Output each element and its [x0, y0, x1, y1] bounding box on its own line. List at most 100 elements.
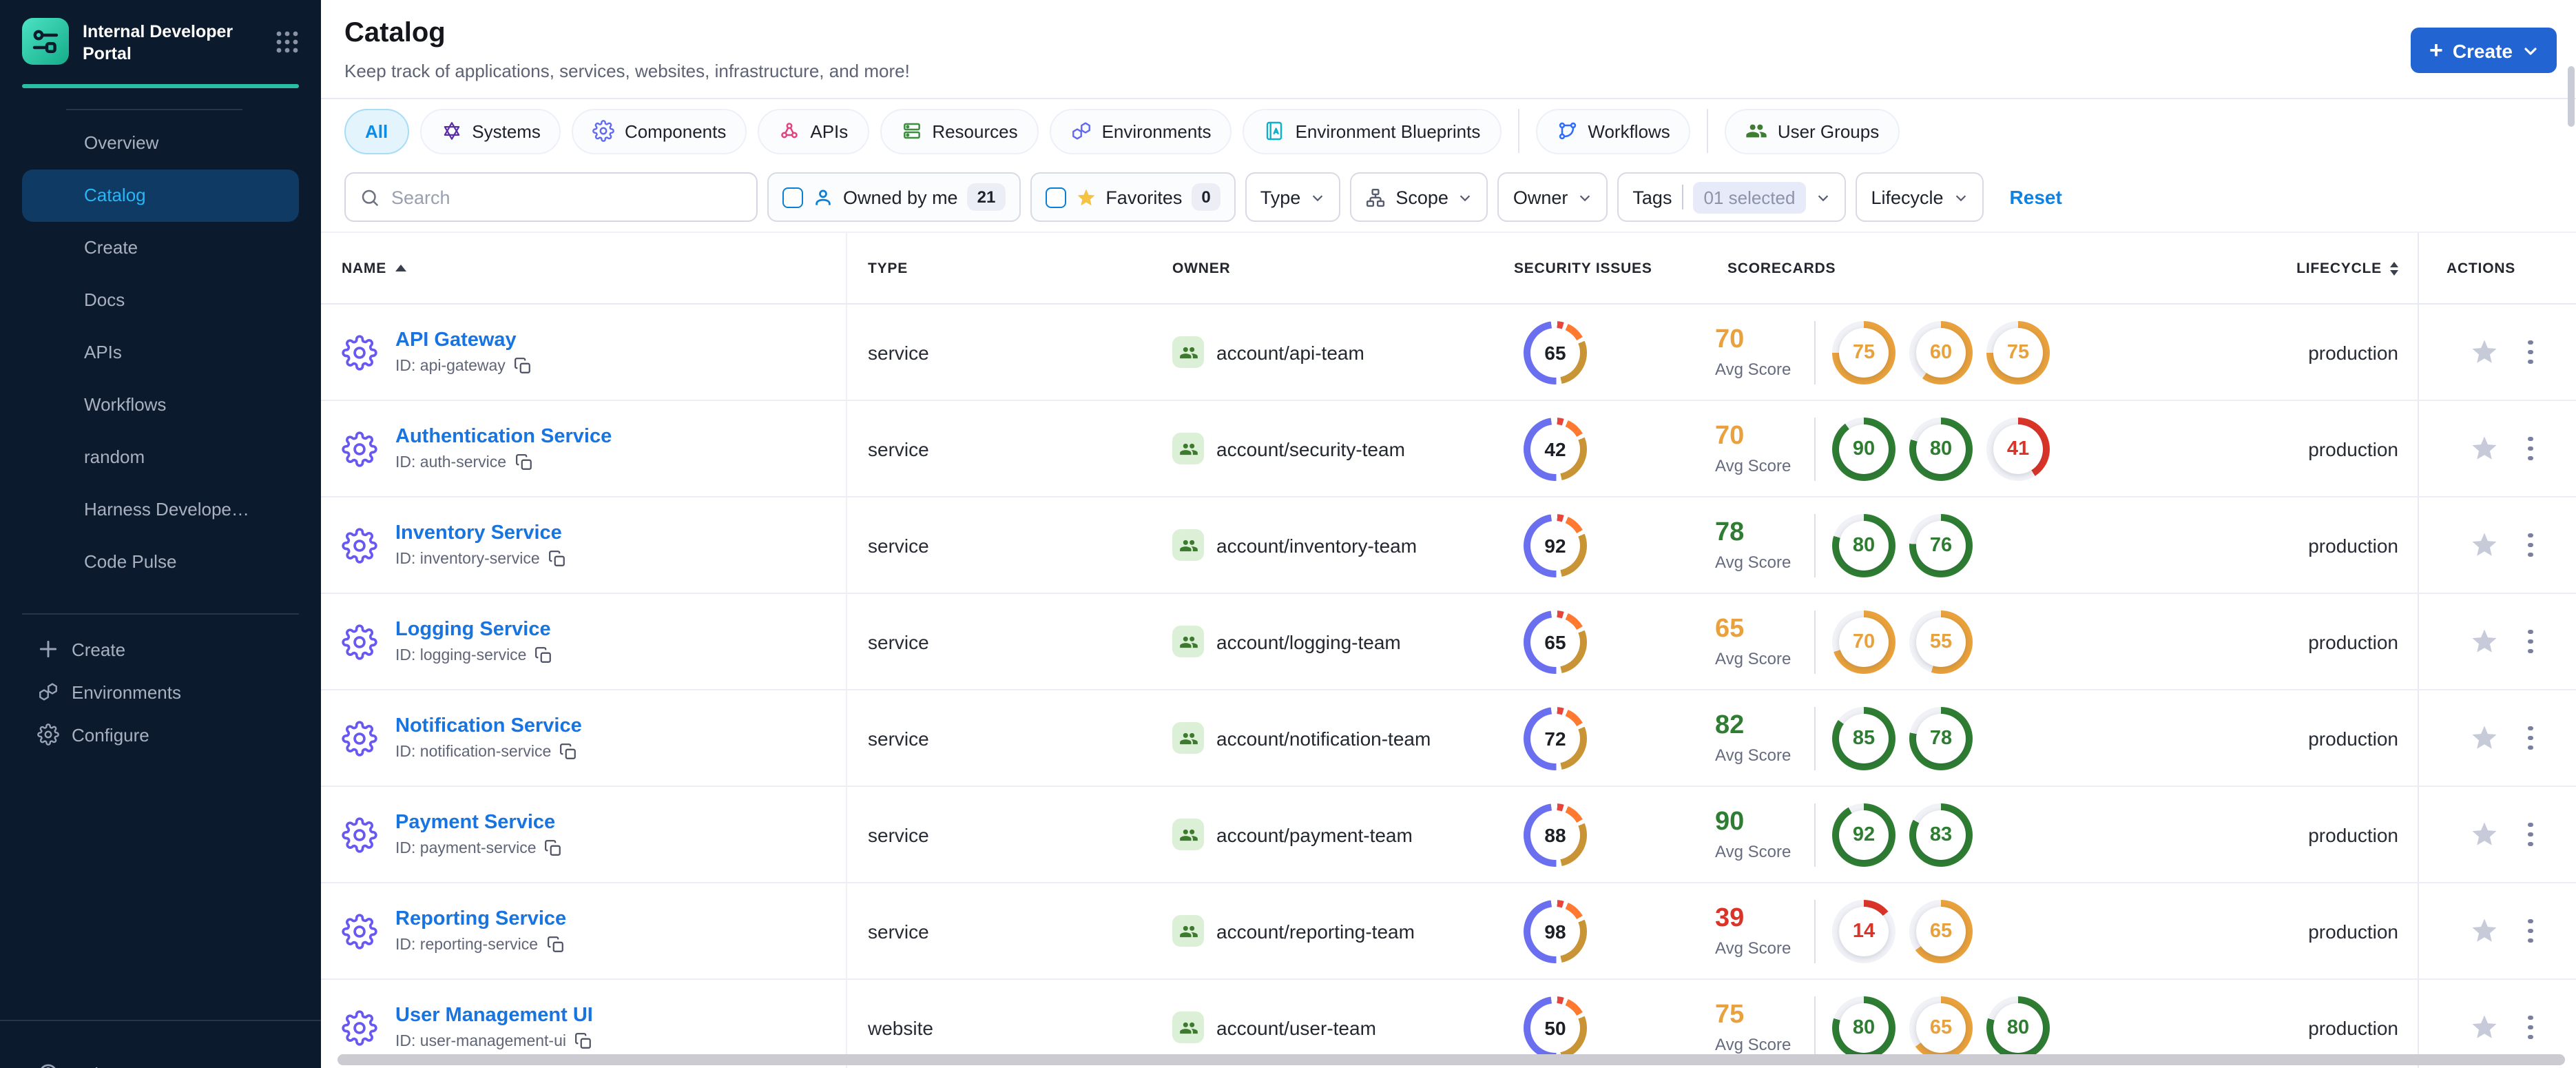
entity-name-link[interactable]: Notification Service	[395, 715, 582, 737]
entity-name-link[interactable]: Reporting Service	[395, 908, 566, 930]
copy-icon[interactable]	[546, 936, 564, 954]
sidebar-item-catalog[interactable]: Catalog	[22, 169, 299, 221]
column-header-name[interactable]: NAME	[321, 233, 847, 303]
tab-components[interactable]: Components	[572, 108, 747, 154]
column-header-owner[interactable]: OWNER	[1152, 233, 1493, 303]
reset-filters-link[interactable]: Reset	[2010, 186, 2062, 208]
copy-icon[interactable]	[534, 646, 552, 664]
scorecard-value: 14	[1839, 906, 1889, 956]
scorecard-ring[interactable]: 60	[1909, 320, 1973, 384]
more-actions-icon[interactable]	[2525, 531, 2535, 560]
scope-dropdown[interactable]: Scope	[1350, 172, 1488, 222]
sidebar-item-create[interactable]: Create	[0, 628, 321, 670]
sidebar-item-workflows[interactable]: Workflows	[22, 378, 299, 431]
favorite-star-icon[interactable]	[2470, 1013, 2499, 1042]
favorite-star-icon[interactable]	[2470, 434, 2499, 463]
sidebar-item-help[interactable]: Help	[37, 1062, 109, 1068]
horizontal-scrollbar[interactable]	[337, 1054, 2565, 1065]
entity-name-link[interactable]: User Management UI	[395, 1005, 593, 1027]
entity-name-link[interactable]: Logging Service	[395, 619, 552, 641]
tab-all[interactable]: All	[344, 108, 409, 154]
sidebar-item-harness-develope-[interactable]: Harness Develope…	[22, 483, 299, 535]
sidebar-item-environments[interactable]: Environments	[0, 670, 321, 713]
scorecard-ring[interactable]: 75	[1832, 320, 1895, 384]
app-grid-icon[interactable]	[276, 30, 299, 54]
favorites-checkbox[interactable]	[1045, 187, 1066, 207]
tab-environments[interactable]: Environments	[1049, 108, 1232, 154]
column-header-security-issues[interactable]: SECURITY ISSUES	[1493, 233, 1707, 303]
favorite-star-icon[interactable]	[2470, 531, 2499, 559]
scorecard-ring[interactable]: 80	[1986, 996, 2050, 1059]
tab-resources[interactable]: Resources	[880, 108, 1039, 154]
favorite-star-icon[interactable]	[2470, 723, 2499, 752]
sidebar-item-code-pulse[interactable]: Code Pulse	[22, 535, 299, 588]
tab-environment-blueprints[interactable]: Environment Blueprints	[1243, 108, 1502, 154]
sidebar-item-configure[interactable]: Configure	[0, 713, 321, 756]
scorecard-ring[interactable]: 78	[1909, 706, 1973, 770]
favorite-star-icon[interactable]	[2470, 820, 2499, 849]
scorecard-ring[interactable]: 75	[1986, 320, 2050, 384]
favorite-star-icon[interactable]	[2470, 627, 2499, 656]
scorecard-ring[interactable]: 14	[1832, 899, 1895, 963]
scorecard-ring[interactable]: 80	[1832, 996, 1895, 1059]
column-header-scorecards[interactable]: SCORECARDS	[1707, 233, 2263, 303]
tab-systems[interactable]: Systems	[419, 108, 561, 154]
scorecard-ring[interactable]: 41	[1986, 417, 2050, 480]
copy-icon[interactable]	[515, 453, 532, 471]
entity-name-link[interactable]: Payment Service	[395, 812, 563, 834]
owned-by-me-checkbox[interactable]	[782, 187, 803, 207]
search-box[interactable]	[344, 172, 758, 222]
favorite-star-icon[interactable]	[2470, 338, 2499, 367]
column-header-actions[interactable]: ACTIONS	[2418, 233, 2576, 303]
scorecard-ring[interactable]: 80	[1909, 417, 1973, 480]
tab-user-groups[interactable]: User Groups	[1725, 108, 1900, 154]
sidebar-item-overview[interactable]: Overview	[22, 116, 299, 169]
type-dropdown[interactable]: Type	[1245, 172, 1341, 222]
copy-icon[interactable]	[574, 1032, 592, 1050]
table-row: Reporting Service ID: reporting-service …	[321, 883, 2576, 980]
favorite-star-icon[interactable]	[2470, 916, 2499, 945]
more-actions-icon[interactable]	[2525, 338, 2535, 367]
scorecard-ring[interactable]: 85	[1832, 706, 1895, 770]
more-actions-icon[interactable]	[2525, 916, 2535, 946]
column-header-lifecycle[interactable]: LIFECYCLE	[2263, 233, 2418, 303]
copy-icon[interactable]	[514, 357, 532, 375]
scorecard-ring[interactable]: 92	[1832, 803, 1895, 866]
copy-icon[interactable]	[545, 839, 563, 857]
scorecard-ring[interactable]: 55	[1909, 610, 1973, 673]
column-header-type[interactable]: TYPE	[847, 233, 1152, 303]
search-input[interactable]	[391, 187, 742, 207]
scorecard-ring[interactable]: 70	[1832, 610, 1895, 673]
sidebar-item-random[interactable]: random	[22, 431, 299, 483]
tab-label: All	[365, 121, 388, 141]
lifecycle-dropdown[interactable]: Lifecycle	[1856, 172, 1984, 222]
entity-name-link[interactable]: Authentication Service	[395, 426, 612, 448]
favorites-filter[interactable]: Favorites 0	[1030, 172, 1236, 222]
sidebar-item-create[interactable]: Create	[22, 221, 299, 274]
scorecard-ring[interactable]: 90	[1832, 417, 1895, 480]
owner-dropdown[interactable]: Owner	[1497, 172, 1608, 222]
column-label: SCORECARDS	[1727, 260, 1836, 276]
scorecard-ring[interactable]: 65	[1909, 996, 1973, 1059]
sidebar-item-docs[interactable]: Docs	[22, 274, 299, 326]
sidebar-item-apis[interactable]: APIs	[22, 326, 299, 378]
scorecard-ring[interactable]: 80	[1832, 513, 1895, 577]
create-button[interactable]: + Create	[2411, 28, 2557, 73]
copy-icon[interactable]	[548, 550, 566, 568]
entity-name-link[interactable]: Inventory Service	[395, 522, 566, 544]
vertical-scrollbar[interactable]	[2568, 66, 2575, 127]
entity-name-link[interactable]: API Gateway	[395, 329, 532, 351]
more-actions-icon[interactable]	[2525, 1013, 2535, 1043]
scorecard-ring[interactable]: 65	[1909, 899, 1973, 963]
more-actions-icon[interactable]	[2525, 627, 2535, 657]
more-actions-icon[interactable]	[2525, 434, 2535, 464]
owned-by-me-filter[interactable]: Owned by me 21	[767, 172, 1021, 222]
scorecard-ring[interactable]: 83	[1909, 803, 1973, 866]
more-actions-icon[interactable]	[2525, 820, 2535, 850]
copy-icon[interactable]	[559, 743, 577, 761]
scorecard-ring[interactable]: 76	[1909, 513, 1973, 577]
tab-workflows[interactable]: Workflows	[1535, 108, 1691, 154]
tags-dropdown[interactable]: Tags 01 selected	[1617, 172, 1847, 222]
tab-apis[interactable]: APIs	[758, 108, 869, 154]
more-actions-icon[interactable]	[2525, 723, 2535, 753]
